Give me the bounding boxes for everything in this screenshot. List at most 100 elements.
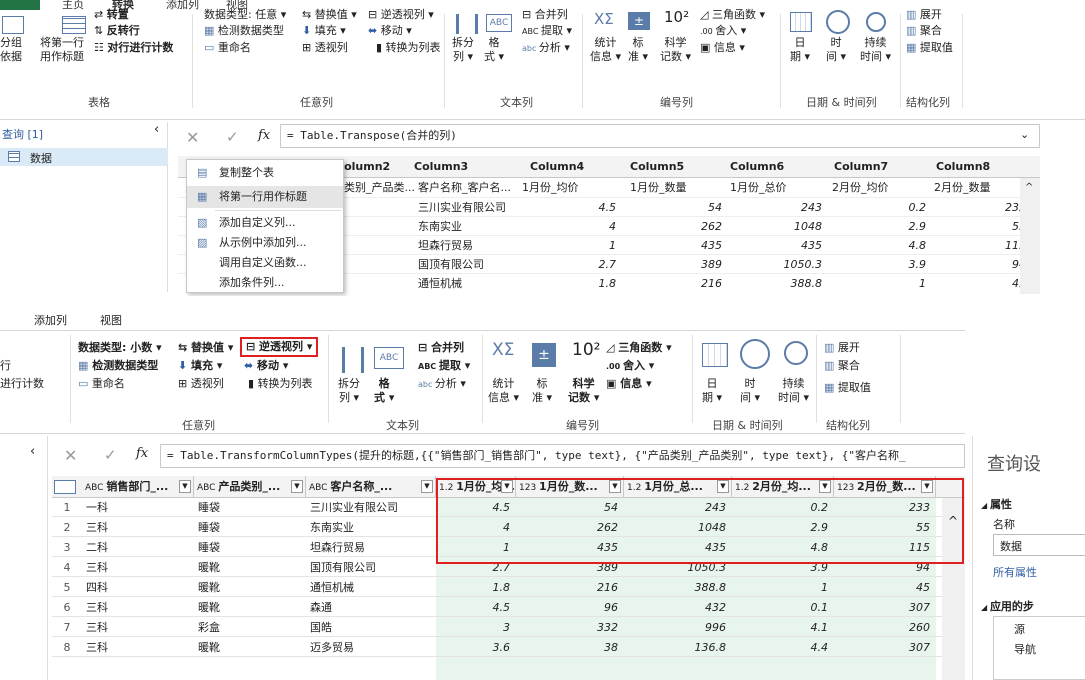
table-cell[interactable]: 435: [730, 236, 822, 255]
table-cell[interactable]: 国顶有限公司: [310, 558, 430, 577]
table-cell[interactable]: 216: [520, 578, 618, 597]
date-button[interactable]: 日 期 ▾: [790, 12, 812, 64]
fx-icon[interactable]: fx: [136, 446, 148, 461]
datatype-dropdown-bottom[interactable]: 数据类型: 小数 ▾: [78, 341, 162, 355]
information-button[interactable]: ▣ 信息 ▾: [700, 41, 745, 55]
merge-columns-button[interactable]: ⊟ 合并列: [522, 8, 568, 22]
convert-to-list-button-bottom[interactable]: ▮ 转换为列表: [248, 377, 313, 391]
table-cell[interactable]: 307: [838, 598, 930, 617]
fx-icon[interactable]: fx: [258, 128, 270, 143]
column-type-icon[interactable]: ABC: [85, 483, 106, 493]
unpivot-button-highlighted[interactable]: ⊟ 逆透视列 ▾: [240, 337, 319, 357]
trig-button-bottom[interactable]: ◿ 三角函数 ▾: [606, 341, 672, 355]
table-cell[interactable]: 136.8: [628, 638, 727, 657]
split-column-button-bottom[interactable]: 拆分 列 ▾: [338, 347, 364, 405]
table-cell[interactable]: 307: [838, 638, 930, 657]
column-header-3[interactable]: Column3: [414, 160, 468, 173]
table-cell[interactable]: 东南实业: [418, 217, 518, 236]
time-button[interactable]: 时 间 ▾: [826, 10, 850, 64]
column-type-icon[interactable]: ABC: [197, 483, 218, 493]
table-cell[interactable]: 三科: [86, 558, 188, 577]
menu-item-column-from-examples[interactable]: ▨ 从示例中添加列...: [187, 232, 343, 254]
rename-button-bottom[interactable]: ▭ 重命名: [78, 377, 125, 391]
round-button-bottom[interactable]: .00 舍入 ▾: [606, 359, 654, 374]
column-header-4[interactable]: Column4: [530, 160, 584, 173]
table-cell[interactable]: 38: [520, 638, 618, 657]
column-header[interactable]: ABC 产品类别_... ▼: [194, 476, 306, 498]
table-cell[interactable]: 435: [630, 236, 722, 255]
row-number[interactable]: 8: [52, 638, 82, 657]
menu-item-custom-column[interactable]: ▧ 添加自定义列...: [187, 212, 343, 234]
expand-button[interactable]: ▥ 展开: [906, 8, 942, 22]
column-header-8[interactable]: Column8: [936, 160, 990, 173]
table-cell[interactable]: 彩盒: [198, 618, 300, 637]
pivot-column-button[interactable]: ⊞ 透视列: [302, 41, 348, 55]
fill-button-bottom[interactable]: ⬇ 填充 ▾: [178, 359, 222, 373]
confirm-icon[interactable]: ✓: [104, 446, 117, 464]
column-header-7[interactable]: Column7: [834, 160, 888, 173]
table-cell[interactable]: 一科: [86, 498, 188, 517]
table-cell[interactable]: 4.4: [736, 638, 829, 657]
table-cell[interactable]: 2.9: [832, 217, 927, 236]
scientific-button[interactable]: 10² 科学 记数 ▾: [660, 10, 691, 64]
table-cell[interactable]: 3.9: [832, 255, 927, 274]
move-button-bottom[interactable]: ⬌ 移动 ▾: [244, 359, 288, 373]
table-cell[interactable]: 94: [934, 255, 1026, 274]
properties-section[interactable]: ◢ 属性: [981, 496, 1012, 512]
table-cell[interactable]: 4.8: [832, 236, 927, 255]
table-cell[interactable]: 暖靴: [198, 598, 300, 617]
column-filter-dropdown-icon[interactable]: ▼: [179, 480, 191, 493]
tab-add-column[interactable]: 添加列: [166, 0, 199, 10]
replace-values-button[interactable]: ⇆ 替换值 ▾: [302, 8, 357, 22]
reverse-rows-button[interactable]: ⇅ 反转行: [94, 24, 140, 38]
row-number[interactable]: 5: [52, 578, 82, 597]
row-number[interactable]: 6: [52, 598, 82, 617]
table-cell[interactable]: 迈多贸易: [310, 638, 430, 657]
duration-button[interactable]: 持续 时间 ▾: [860, 12, 891, 64]
row-number[interactable]: 1: [52, 498, 82, 517]
step-navigation[interactable]: 导航: [1014, 641, 1036, 657]
table-cell[interactable]: 233: [934, 198, 1026, 217]
query-name-input[interactable]: 数据: [993, 534, 1085, 556]
table-cell[interactable]: 暖靴: [198, 578, 300, 597]
table-cell[interactable]: 三科: [86, 598, 188, 617]
extract-values-button-bottom[interactable]: ▦ 提取值: [824, 381, 871, 395]
tab-home[interactable]: 主页: [62, 0, 84, 10]
table-cell[interactable]: 216: [630, 274, 722, 293]
table-cell[interactable]: 东南实业: [310, 518, 430, 537]
table-cell[interactable]: 389: [630, 255, 722, 274]
scientific-button-bottom[interactable]: 10² 科学 记数 ▾: [568, 342, 600, 405]
table-cell[interactable]: 三科: [86, 638, 188, 657]
table-cell[interactable]: 三科: [86, 618, 188, 637]
count-rows-button-bottom[interactable]: 进行计数: [0, 377, 44, 391]
move-button[interactable]: ⬌ 移动 ▾: [368, 24, 412, 38]
menu-item-invoke-function[interactable]: 调用自定义函数...: [187, 252, 343, 274]
table-cell[interactable]: 996: [628, 618, 726, 637]
time-button-bottom[interactable]: 时 间 ▾: [740, 339, 770, 405]
table-cell[interactable]: 1050.3: [730, 255, 823, 274]
table-options-icon[interactable]: [54, 480, 76, 494]
standard-button-bottom[interactable]: ± 标 准 ▾: [532, 343, 556, 405]
table-cell[interactable]: 睡袋: [198, 498, 300, 517]
table-cell[interactable]: 暖靴: [198, 558, 300, 577]
table-cell[interactable]: 45: [838, 578, 930, 597]
standard-button[interactable]: ± 标 准 ▾: [628, 12, 650, 64]
format-button-bottom[interactable]: ABC 格 式 ▾: [374, 347, 404, 405]
expand-button-bottom[interactable]: ▥ 展开: [824, 341, 860, 355]
table-cell[interactable]: 暖靴: [198, 638, 300, 657]
confirm-icon[interactable]: ✓: [226, 128, 239, 146]
scroll-up-icon[interactable]: ^: [1025, 182, 1033, 193]
group-by-button[interactable]: 分组 依据: [0, 16, 24, 64]
use-first-row-headers-button[interactable]: 将第一行 用作标题: [40, 16, 86, 64]
expand-pane-icon[interactable]: ‹: [30, 444, 35, 459]
scrollbar[interactable]: ^: [1020, 178, 1040, 294]
query-item-data[interactable]: 数据: [0, 148, 168, 166]
pivot-button-bottom[interactable]: ⊞ 透视列: [178, 377, 224, 391]
detect-datatype-button-bottom[interactable]: ▦ 检测数据类型: [78, 359, 158, 373]
format-button[interactable]: ABC 格 式 ▾: [484, 14, 512, 64]
file-tab[interactable]: [0, 0, 40, 10]
column-header[interactable]: ABC 客户名称_... ▼: [306, 476, 436, 498]
tab-add-column-bottom[interactable]: 添加列: [34, 312, 67, 328]
table-cell[interactable]: 332: [520, 618, 618, 637]
row-number[interactable]: 3: [52, 538, 82, 557]
